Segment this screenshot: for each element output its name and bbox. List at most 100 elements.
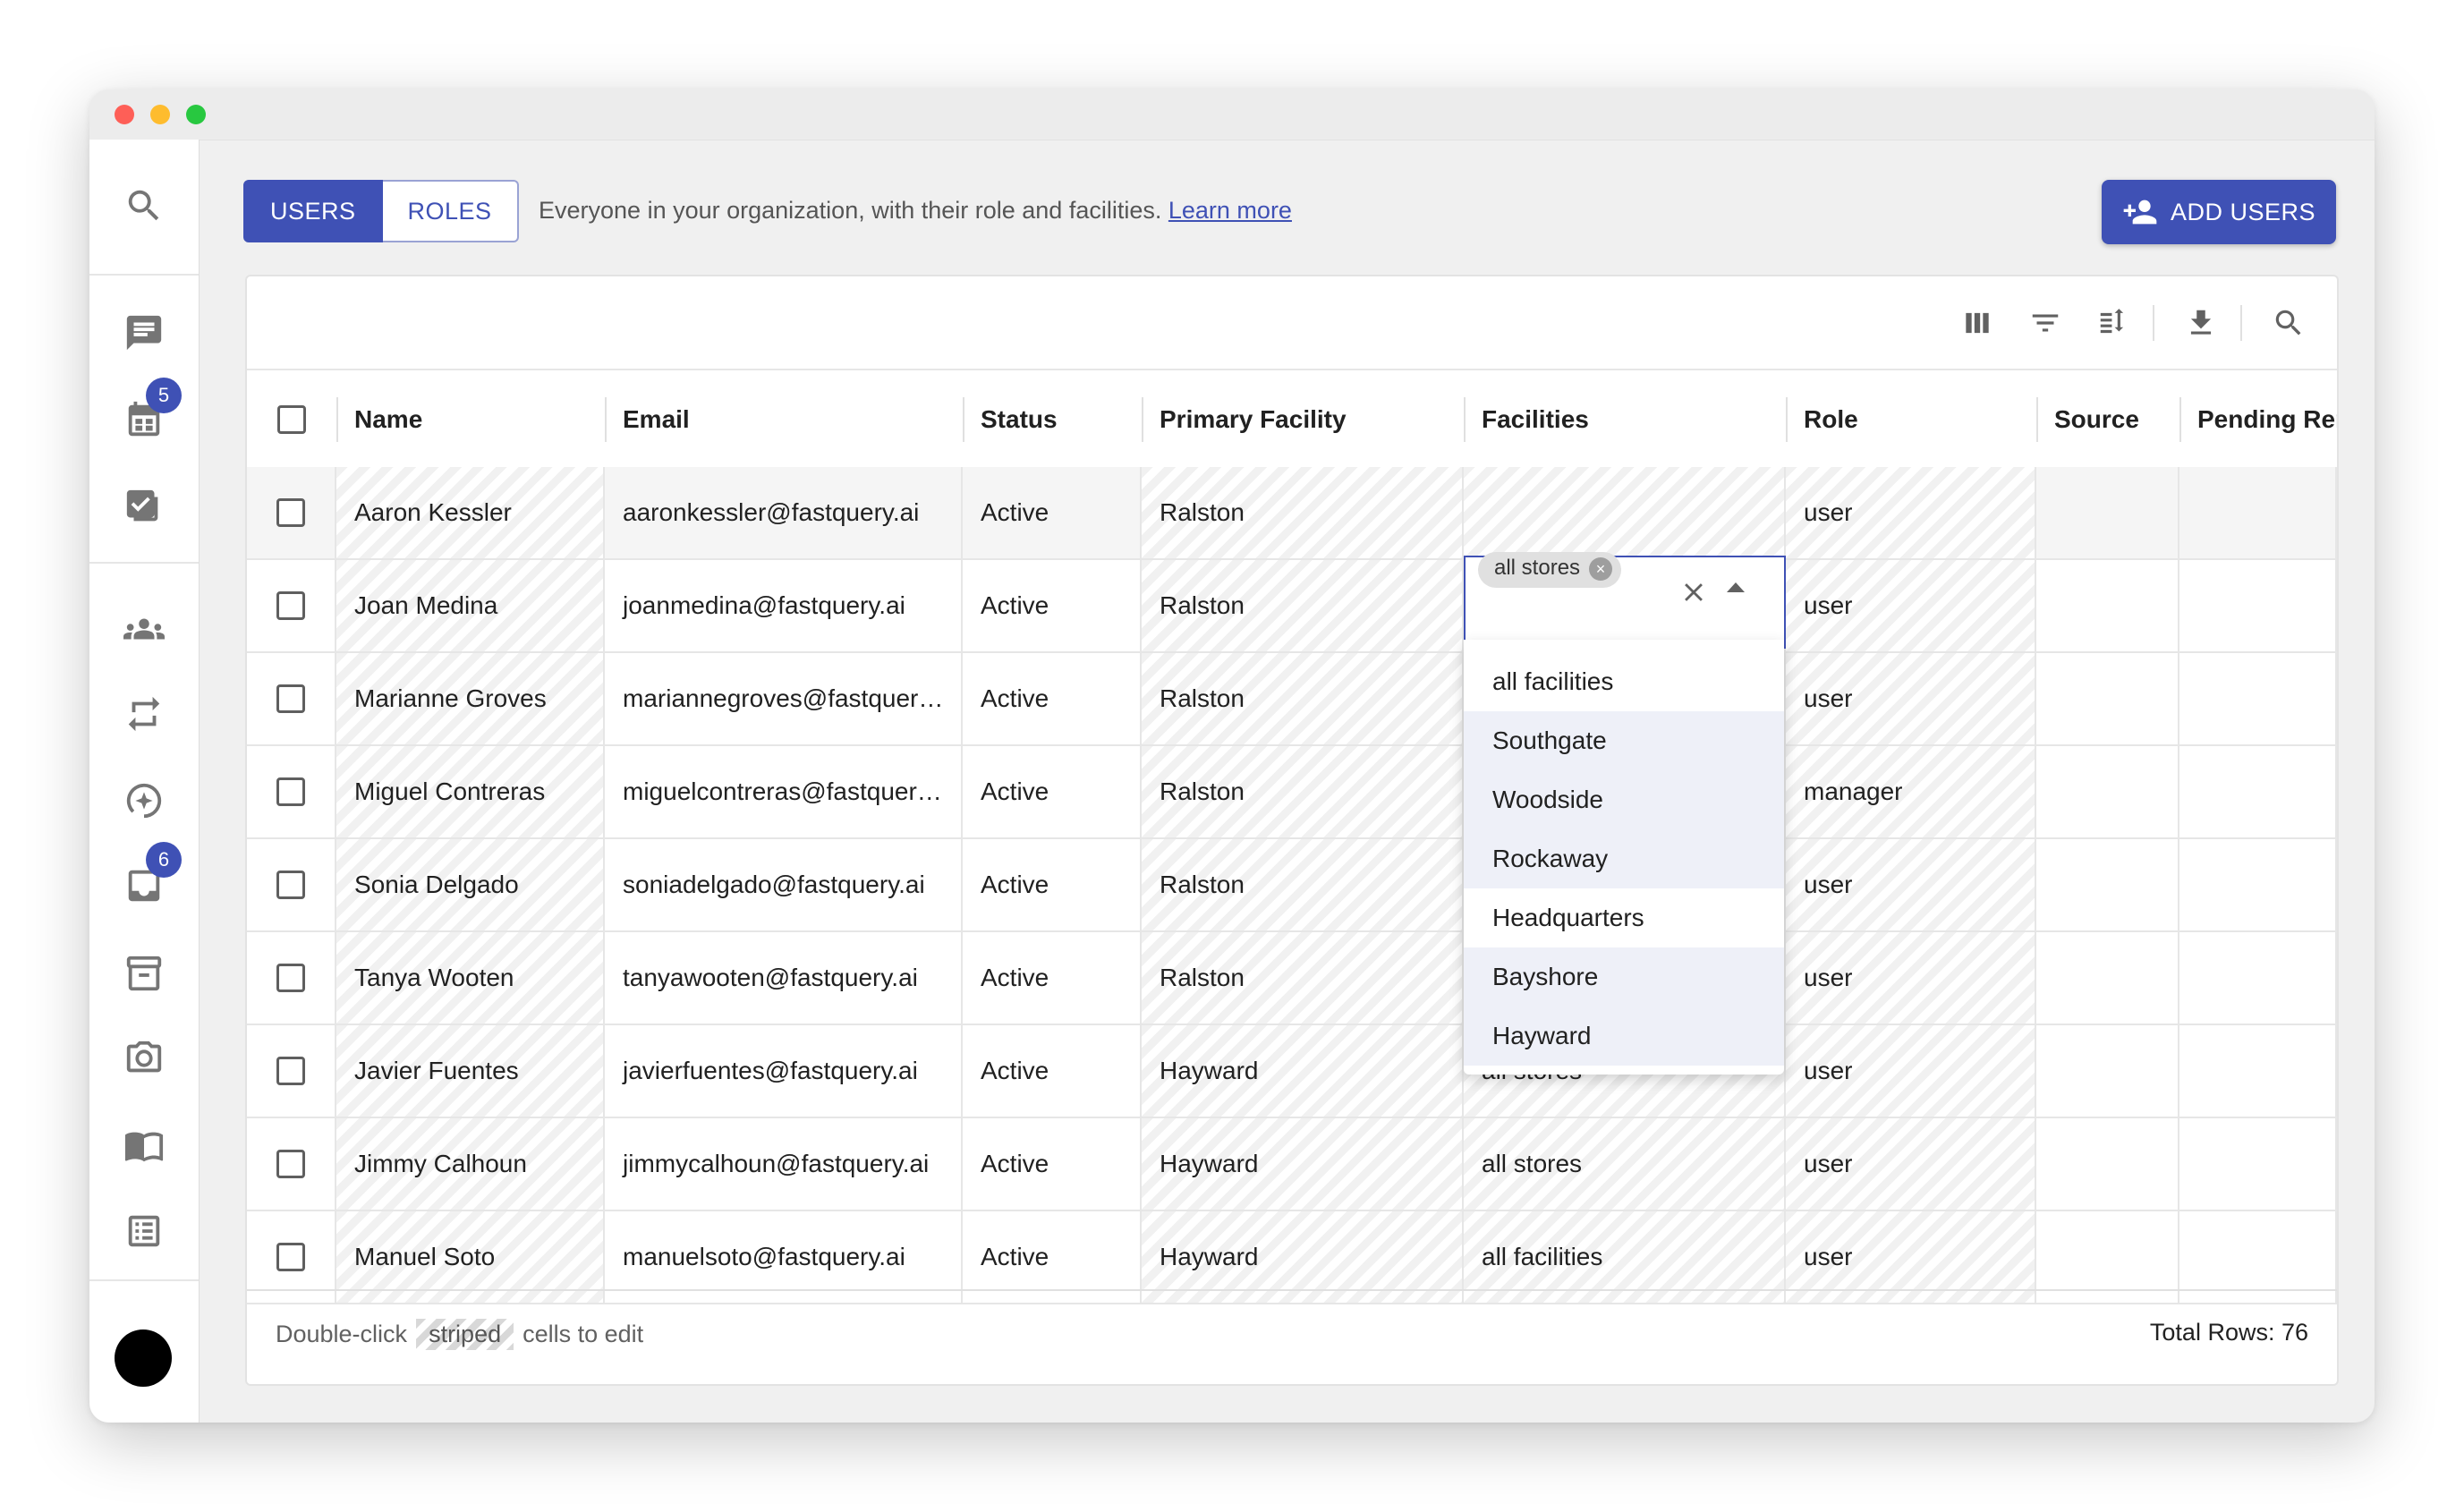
column-header-primary-facility[interactable]: Primary Facility <box>1142 370 1464 469</box>
table-row[interactable]: Jimmy Calhoun jimmycalhoun@fastquery.ai Ac… <box>247 1118 2337 1211</box>
learn-more-link[interactable]: Learn more <box>1168 197 1292 224</box>
minimize-window-button[interactable] <box>150 105 170 124</box>
cell-primary-facility[interactable]: Hayward <box>1142 1118 1464 1210</box>
cell-email: aaronkessler@fastquery.ai <box>605 467 963 558</box>
cell-primary-facility[interactable]: Ralston <box>1142 839 1464 930</box>
row-checkbox[interactable] <box>276 498 305 527</box>
title-bar <box>89 89 2375 140</box>
chat-icon[interactable] <box>119 308 169 358</box>
cell-pending <box>2179 1025 2337 1117</box>
cell-name[interactable]: Joan Medina <box>336 560 605 651</box>
table-row[interactable]: Tanya Wooten tanyawooten@fastquery.ai Acti… <box>247 932 2337 1025</box>
clear-icon[interactable] <box>1678 577 1709 607</box>
cell-name[interactable]: Miguel Contreras <box>336 746 605 837</box>
table-row[interactable]: Marianne Groves mariannegroves@fastquer… A… <box>247 653 2337 746</box>
column-header-role[interactable]: Role <box>1786 370 2036 469</box>
row-checkbox[interactable] <box>276 964 305 992</box>
cell-email: jimmycalhoun@fastquery.ai <box>605 1118 963 1210</box>
edit-hint-prefix: Double-click <box>276 1321 408 1347</box>
column-header-status[interactable]: Status <box>963 370 1142 469</box>
column-header-name[interactable]: Name <box>336 370 605 469</box>
row-select-cell <box>247 746 336 837</box>
cell-status: Active <box>963 932 1142 1024</box>
cell-role[interactable]: user <box>1786 839 2036 930</box>
chip-remove-icon[interactable]: × <box>1589 557 1613 581</box>
cell-pending <box>2179 839 2337 930</box>
cell-source <box>2036 560 2179 651</box>
cell-name[interactable]: Aaron Kessler <box>336 467 605 558</box>
dropdown-option[interactable]: Southgate <box>1464 711 1784 770</box>
people-icon[interactable] <box>119 604 169 654</box>
dropdown-option[interactable]: Woodside <box>1464 770 1784 829</box>
row-checkbox[interactable] <box>276 871 305 899</box>
table-row[interactable]: Joan Medina joanmedina@fastquery.ai Active… <box>247 560 2337 653</box>
filter-icon[interactable] <box>2026 303 2065 343</box>
maximize-window-button[interactable] <box>186 105 206 124</box>
camera-icon[interactable] <box>119 1033 169 1083</box>
dropdown-option[interactable]: Hayward <box>1464 1007 1784 1066</box>
cell-primary-facility[interactable]: Ralston <box>1142 746 1464 837</box>
ai-insights-icon[interactable] <box>119 776 169 826</box>
cell-primary-facility[interactable]: Ralston <box>1142 560 1464 651</box>
table-row[interactable]: Miguel Contreras miguelcontreras@fastquer… <box>247 746 2337 839</box>
tasks-icon[interactable] <box>119 482 169 532</box>
cell-name[interactable]: Javier Fuentes <box>336 1025 605 1117</box>
table-row[interactable]: Aaron Kessler aaronkessler@fastquery.ai Ac… <box>247 467 2337 560</box>
tab-roles[interactable]: ROLES <box>382 180 519 242</box>
cell-source <box>2036 467 2179 558</box>
cell-name[interactable]: Jimmy Calhoun <box>336 1118 605 1210</box>
row-checkbox[interactable] <box>276 777 305 806</box>
cell-facilities[interactable]: all stores <box>1464 1118 1786 1210</box>
cell-name[interactable]: Marianne Groves <box>336 653 605 744</box>
row-checkbox[interactable] <box>276 591 305 620</box>
cell-status: Active <box>963 560 1142 651</box>
cell-source <box>2036 746 2179 837</box>
cell-role[interactable]: manager <box>1786 746 2036 837</box>
select-all-checkbox[interactable] <box>277 405 306 434</box>
density-icon[interactable] <box>2094 303 2133 343</box>
cell-facilities[interactable] <box>1464 467 1786 558</box>
tab-users[interactable]: USERS <box>243 180 383 242</box>
row-checkbox[interactable] <box>276 1243 305 1271</box>
column-header-email[interactable]: Email <box>605 370 963 469</box>
table-row[interactable]: Javier Fuentes javierfuentes@fastquery.ai… <box>247 1025 2337 1118</box>
archive-icon[interactable] <box>119 948 169 998</box>
cell-role[interactable]: user <box>1786 560 2036 651</box>
cell-role[interactable]: user <box>1786 1118 2036 1210</box>
row-checkbox[interactable] <box>276 1150 305 1178</box>
dropdown-option[interactable]: Bayshore <box>1464 947 1784 1007</box>
cell-name[interactable]: Tanya Wooten <box>336 932 605 1024</box>
cell-role[interactable]: user <box>1786 467 2036 558</box>
row-select-cell <box>247 932 336 1024</box>
dropdown-option[interactable]: Rockaway <box>1464 829 1784 888</box>
checklist-icon[interactable] <box>119 1206 169 1256</box>
cell-primary-facility[interactable]: Ralston <box>1142 653 1464 744</box>
close-window-button[interactable] <box>115 105 134 124</box>
add-users-button[interactable]: ADD USERS <box>2102 180 2336 244</box>
cell-primary-facility[interactable]: Ralston <box>1142 467 1464 558</box>
download-icon[interactable] <box>2181 303 2221 343</box>
collapse-caret-icon[interactable] <box>1727 582 1745 592</box>
row-checkbox[interactable] <box>276 1057 305 1085</box>
column-header-facilities[interactable]: Facilities <box>1464 370 1786 469</box>
cell-primary-facility[interactable]: Hayward <box>1142 1025 1464 1117</box>
search-icon[interactable] <box>119 181 169 231</box>
column-header-source[interactable]: Source <box>2036 370 2179 469</box>
book-icon[interactable] <box>119 1120 169 1170</box>
columns-icon[interactable] <box>1958 303 1997 343</box>
table-row[interactable]: Sonia Delgado soniadelgado@fastquery.ai Ac… <box>247 839 2337 932</box>
cell-role[interactable]: user <box>1786 653 2036 744</box>
toolbar-divider <box>2153 305 2154 341</box>
facilities-editor[interactable]: all stores × <box>1464 552 1786 649</box>
swap-icon[interactable] <box>119 689 169 739</box>
row-checkbox[interactable] <box>276 684 305 713</box>
cell-primary-facility[interactable]: Ralston <box>1142 932 1464 1024</box>
table-search-icon[interactable] <box>2269 303 2308 343</box>
dropdown-option[interactable]: all facilities <box>1464 652 1784 711</box>
cell-role[interactable]: user <box>1786 932 2036 1024</box>
column-header-pending[interactable]: Pending Rer <box>2179 370 2337 469</box>
cell-role[interactable]: user <box>1786 1025 2036 1117</box>
dropdown-option[interactable]: Headquarters <box>1464 888 1784 947</box>
avatar[interactable] <box>115 1329 172 1387</box>
cell-name[interactable]: Sonia Delgado <box>336 839 605 930</box>
